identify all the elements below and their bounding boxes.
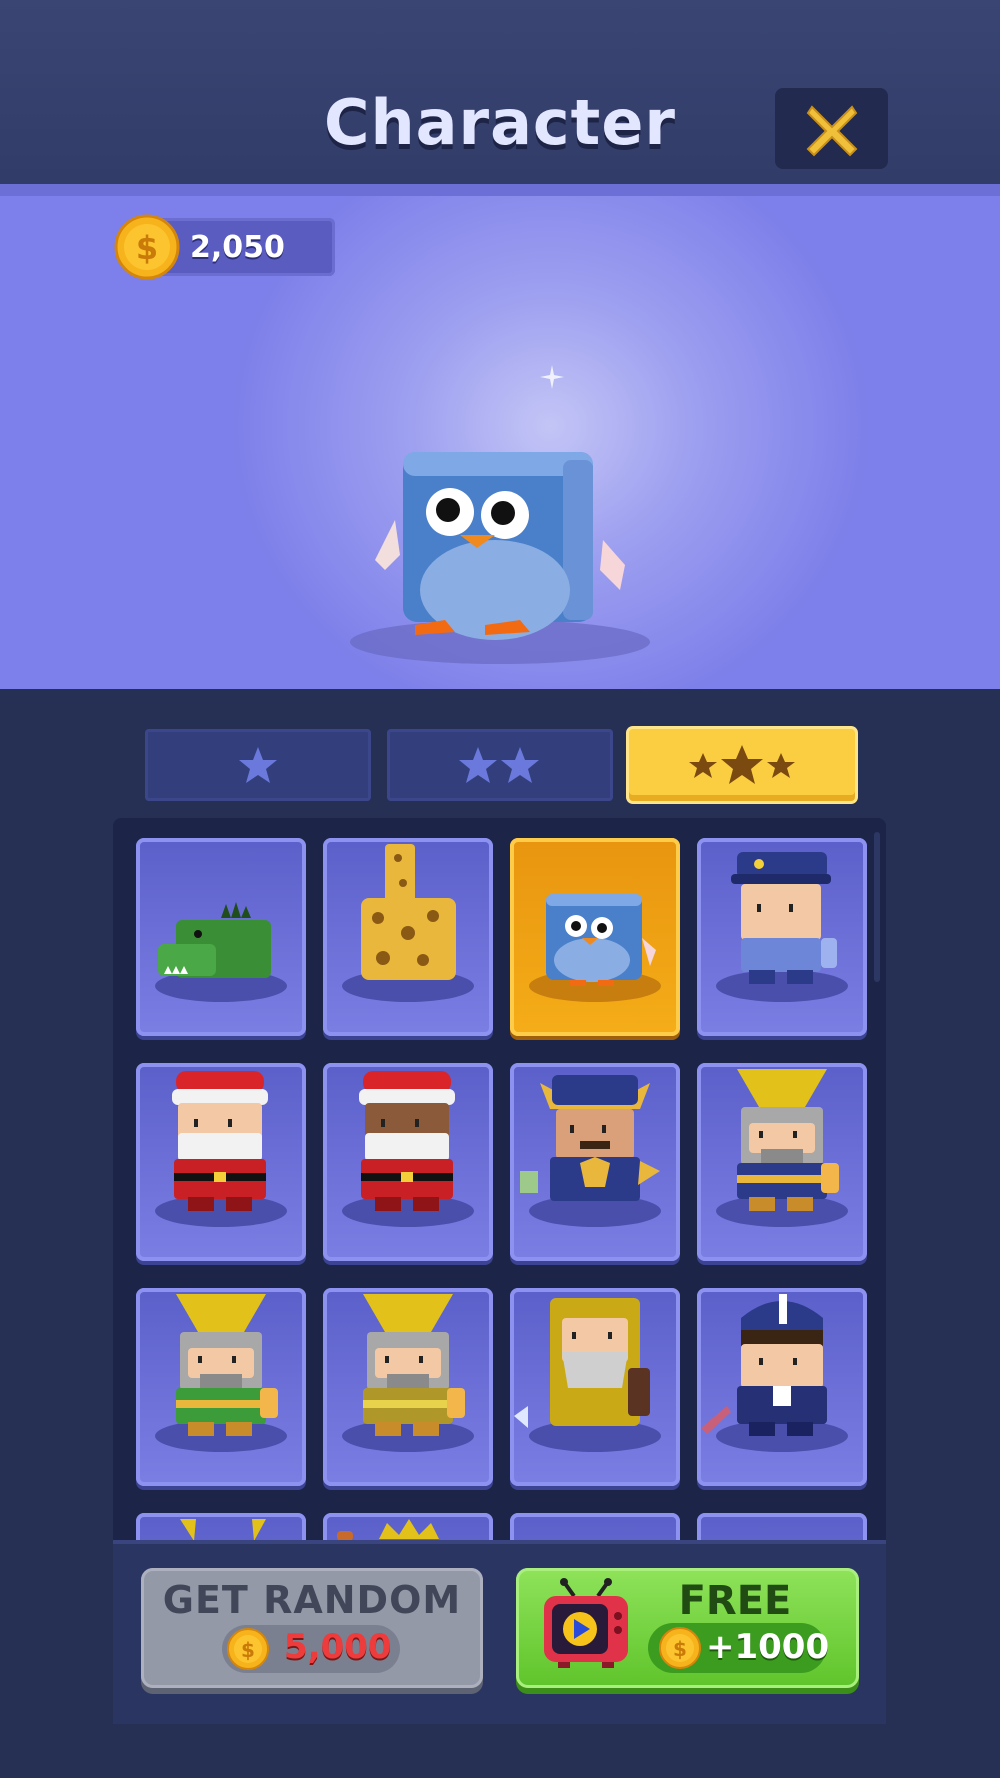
- santa-dark-skin-character-icon: [342, 1071, 474, 1227]
- coin-icon: $: [659, 1627, 701, 1669]
- stars-icon: [689, 745, 795, 784]
- character-card-row4-3[interactable]: [510, 1513, 680, 1540]
- admiral-character-icon: [701, 1294, 848, 1452]
- crown-character-icon: [337, 1519, 439, 1540]
- character-card-row4-2[interactable]: [323, 1513, 493, 1540]
- character-card-samurai[interactable]: [510, 1063, 680, 1261]
- giraffe-character-icon: [342, 844, 474, 1002]
- character-card-police[interactable]: [697, 838, 867, 1036]
- character-card-king-green[interactable]: [136, 1288, 306, 1486]
- close-icon: [806, 104, 857, 156]
- character-card-admiral[interactable]: [697, 1288, 867, 1486]
- wizard-character-icon: [514, 1298, 661, 1452]
- crocodile-character-icon: [155, 902, 287, 1002]
- character-card-wizard[interactable]: [510, 1288, 680, 1486]
- character-card-king-gold[interactable]: [323, 1288, 493, 1486]
- king-green-character-icon: [155, 1294, 287, 1452]
- character-grid[interactable]: [113, 818, 886, 1540]
- character-card-penguin[interactable]: [510, 838, 680, 1036]
- character-card-santa[interactable]: [136, 1063, 306, 1261]
- character-card-giraffe[interactable]: [323, 838, 493, 1036]
- star-icon: [239, 747, 277, 783]
- free-label: FREE: [678, 1578, 792, 1624]
- king-blue-character-icon: [716, 1069, 848, 1227]
- free-reward-value: +1000: [706, 1627, 830, 1667]
- coin-icon: $: [227, 1628, 269, 1670]
- sparkle-icon: [540, 365, 564, 389]
- character-card-row4-4[interactable]: [697, 1513, 867, 1540]
- random-price-value: 5,000: [284, 1627, 392, 1667]
- tab-two-star[interactable]: [387, 729, 613, 801]
- svg-text:$: $: [136, 229, 158, 267]
- get-random-label: GET RANDOM: [162, 1578, 462, 1622]
- character-card-crocodile[interactable]: [136, 838, 306, 1036]
- video-ad-tv-icon: [544, 1578, 628, 1668]
- samurai-character-icon: [520, 1075, 661, 1227]
- character-card-row4-1[interactable]: [136, 1513, 306, 1540]
- coin-icon: $: [114, 214, 180, 280]
- character-card-king-blue[interactable]: [697, 1063, 867, 1261]
- king-gold-character-icon: [342, 1294, 474, 1452]
- coin-balance-value: 2,050: [190, 230, 285, 265]
- svg-text:$: $: [241, 1638, 255, 1662]
- character-card-santa-dark[interactable]: [323, 1063, 493, 1261]
- santa-character-icon: [155, 1071, 287, 1227]
- stars-icon: [459, 747, 539, 783]
- close-button[interactable]: [775, 88, 888, 169]
- svg-text:$: $: [673, 1637, 687, 1661]
- crown-character-icon: [180, 1519, 266, 1540]
- penguin-character-icon: [529, 894, 661, 1002]
- selected-character-preview: [350, 452, 650, 664]
- tab-three-star[interactable]: [629, 729, 855, 801]
- tab-one-star[interactable]: [145, 729, 371, 801]
- police-officer-character-icon: [716, 852, 848, 1002]
